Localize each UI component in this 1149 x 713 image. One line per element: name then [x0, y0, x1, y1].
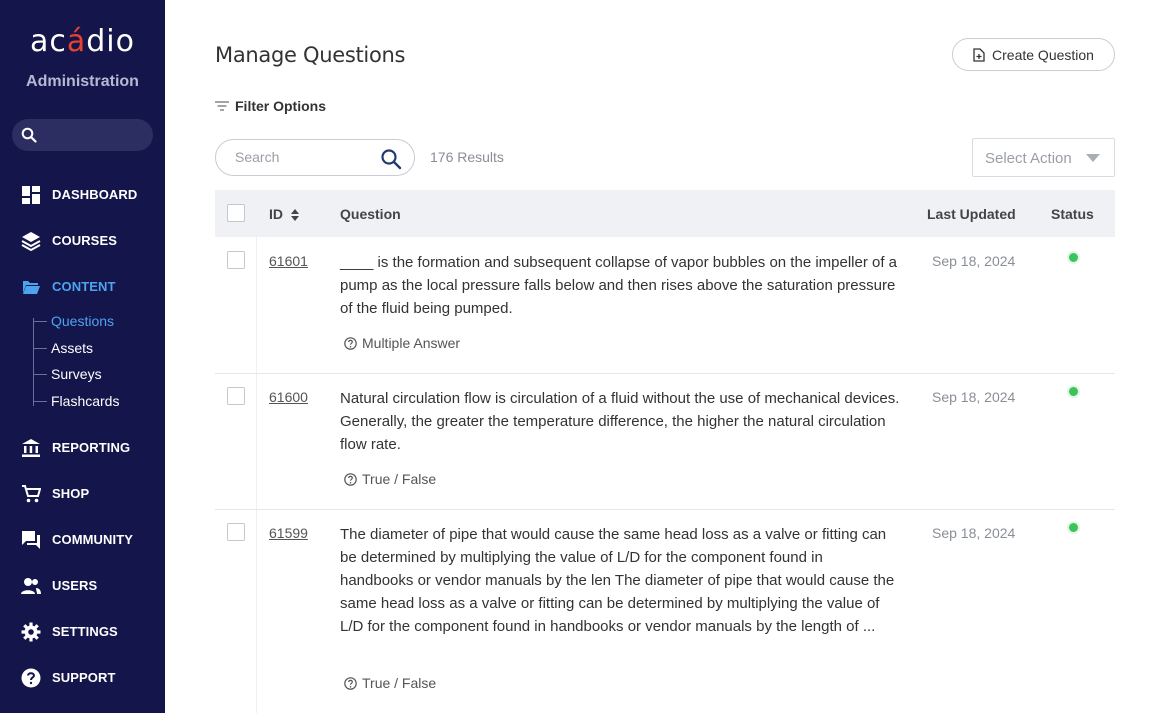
- row-checkbox[interactable]: [227, 523, 245, 541]
- question-id-link[interactable]: 61601: [269, 253, 308, 269]
- question-type: Multiple Answer: [344, 335, 460, 351]
- nav-label: USERS: [52, 578, 98, 593]
- nav-courses[interactable]: COURSES: [0, 225, 165, 255]
- column-question: Question: [340, 206, 401, 222]
- gear-icon: [21, 622, 41, 642]
- last-updated: Sep 18, 2024: [932, 253, 1016, 269]
- nav-shop[interactable]: SHOP: [0, 478, 165, 508]
- nav-label: CONTENT: [52, 279, 116, 294]
- nav-content[interactable]: CONTENT: [0, 271, 165, 301]
- users-icon: [21, 578, 41, 594]
- search-icon: [21, 127, 37, 143]
- chevron-down-icon: [1086, 154, 1100, 162]
- search-icon[interactable]: [380, 148, 402, 170]
- nav-label: SETTINGS: [52, 624, 118, 639]
- question-search[interactable]: [215, 139, 415, 176]
- question-type-label: True / False: [362, 675, 437, 691]
- nav-dashboard[interactable]: DASHBOARD: [0, 179, 165, 209]
- last-updated: Sep 18, 2024: [932, 389, 1016, 405]
- nav-label: DASHBOARD: [52, 187, 138, 202]
- file-add-icon: [973, 47, 985, 62]
- nav-label: COURSES: [52, 233, 117, 248]
- cart-icon: [22, 485, 41, 503]
- search-input[interactable]: [235, 149, 375, 165]
- nav-label: SHOP: [52, 486, 90, 501]
- help-icon: [21, 668, 41, 688]
- results-count: 176 Results: [430, 149, 504, 165]
- question-text: The diameter of pipe that would cause th…: [340, 526, 895, 635]
- question-text: Natural circulation flow is circulation …: [340, 390, 900, 453]
- select-action-dropdown[interactable]: Select Action: [972, 138, 1115, 177]
- select-action-label: Select Action: [985, 150, 1072, 167]
- nav-label: REPORTING: [52, 440, 131, 455]
- nav-support[interactable]: SUPPORT: [0, 662, 165, 692]
- question-circle-icon: [344, 472, 357, 486]
- question-type: True / False: [344, 675, 436, 691]
- row-checkbox[interactable]: [227, 387, 245, 405]
- column-status: Status: [1051, 206, 1094, 222]
- table-header: ID Question Last Updated Status: [215, 190, 1115, 237]
- nav-settings[interactable]: SETTINGS: [0, 616, 165, 646]
- sort-icon[interactable]: [290, 208, 300, 222]
- bank-icon: [22, 439, 40, 457]
- nav-reporting[interactable]: REPORTING: [0, 432, 165, 462]
- submenu-guide-line: [33, 318, 34, 406]
- question-id-link[interactable]: 61599: [269, 525, 308, 541]
- table-row[interactable]: 61600 Natural circulation flow is circul…: [215, 374, 1115, 510]
- admin-subtitle: Administration: [26, 73, 139, 90]
- column-id[interactable]: ID: [269, 206, 283, 222]
- nav-community[interactable]: COMMUNITY: [0, 524, 165, 554]
- create-question-label: Create Question: [992, 46, 1094, 63]
- sidebar-search-input[interactable]: [12, 119, 153, 151]
- filter-options-toggle[interactable]: Filter Options: [215, 98, 326, 114]
- create-question-button[interactable]: Create Question: [952, 38, 1115, 71]
- select-all-checkbox[interactable]: [227, 204, 245, 222]
- row-checkbox[interactable]: [227, 251, 245, 269]
- table-row[interactable]: 61601 ____ is the formation and subseque…: [215, 237, 1115, 374]
- filter-icon: [215, 101, 229, 111]
- column-last-updated: Last Updated: [927, 206, 1016, 222]
- nav-users[interactable]: USERS: [0, 570, 165, 600]
- folder-open-icon: [22, 281, 40, 294]
- question-circle-icon: [344, 676, 357, 690]
- table-row[interactable]: 61599 The diameter of pipe that would ca…: [215, 510, 1115, 713]
- layers-icon: [21, 232, 41, 251]
- status-active-dot: [1069, 523, 1078, 532]
- question-circle-icon: [344, 336, 357, 350]
- question-type-label: Multiple Answer: [362, 335, 461, 351]
- status-active-dot: [1069, 253, 1078, 262]
- acadio-logo[interactable]: acádio: [0, 24, 165, 59]
- page-title: Manage Questions: [215, 43, 406, 67]
- sidebar: acádio Administration DASHBOARD COURSES …: [0, 0, 165, 713]
- dashboard-icon: [22, 186, 40, 204]
- status-active-dot: [1069, 387, 1078, 396]
- nav-label: SUPPORT: [52, 670, 116, 685]
- chat-icon: [22, 531, 40, 549]
- nav-label: COMMUNITY: [52, 532, 134, 547]
- last-updated: Sep 18, 2024: [932, 525, 1016, 541]
- question-type: True / False: [344, 471, 436, 487]
- question-text: ____ is the formation and subsequent col…: [340, 254, 898, 317]
- question-type-label: True / False: [362, 471, 437, 487]
- filter-options-label: Filter Options: [235, 98, 326, 114]
- question-id-link[interactable]: 61600: [269, 389, 308, 405]
